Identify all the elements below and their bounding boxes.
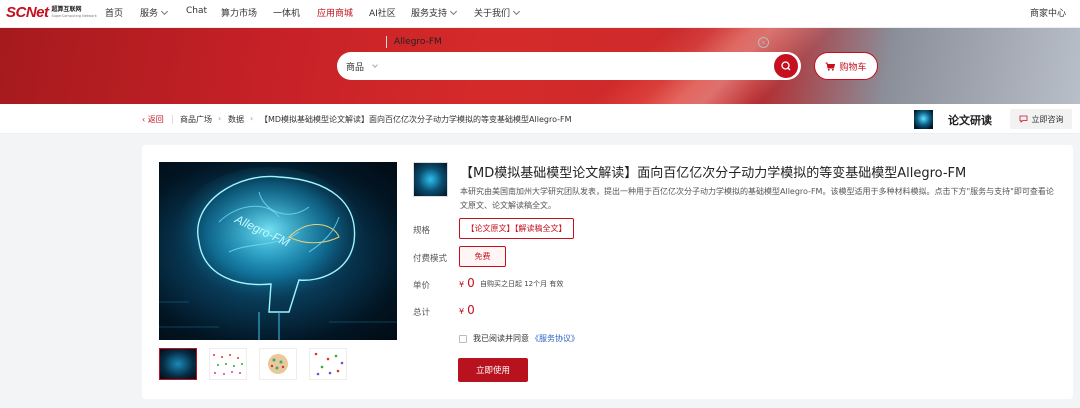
breadcrumb-item-mall[interactable]: 商品广场 [180, 114, 212, 125]
nav-item-chat[interactable]: Chat [186, 6, 207, 16]
logo-subtitle: 超算互联网 SuperComputing Network [51, 5, 97, 18]
thumbnail-4[interactable] [309, 348, 347, 380]
unit-price: ¥0 [459, 276, 475, 290]
breadcrumb-separator: › [218, 114, 222, 123]
thumbnail-strip [159, 348, 359, 380]
clear-icon[interactable] [758, 37, 769, 48]
brain-illustration: Allegro-FM [159, 167, 397, 340]
hero-banner: 商品 购物车 [0, 28, 1080, 104]
total-label: 总计 [413, 308, 431, 318]
chevron-down-icon [449, 7, 458, 15]
pay-mode-label: 付费模式 [413, 254, 448, 264]
chat-bubble-icon [1019, 115, 1027, 123]
nav-item-compute-market[interactable]: 算力市场 [221, 6, 257, 19]
nav-item-home[interactable]: 首页 [105, 6, 123, 19]
search-icon [781, 61, 791, 71]
use-now-button[interactable]: 立即使用 [458, 358, 528, 382]
service-agreement-link[interactable]: 《服务协议》 [531, 333, 579, 344]
logo-text: SCNet [6, 4, 49, 21]
pay-mode-option[interactable]: 免费 [459, 246, 506, 267]
thumbnail-3[interactable] [259, 348, 297, 380]
product-title: 【MD模拟基础模型论文解读】面向百亿亿次分子动力学模拟的等变基础模型Allegr… [460, 166, 967, 181]
breadcrumb-separator: › [250, 114, 254, 123]
total-price: ¥0 [459, 303, 475, 317]
top-nav: SCNet 超算互联网 SuperComputing Network 首页 服务… [0, 0, 1080, 28]
search-category-select[interactable]: 商品 [346, 60, 378, 73]
nav-item-about[interactable]: 关于我们 [474, 6, 521, 19]
validity-text: 自购买之日起 12个月 有效 [480, 280, 564, 288]
breadcrumb-bar: ‹ 返回 商品广场 › 数据 › 【MD模拟基础模型论文解读】面向百亿亿次分子动… [0, 104, 1080, 134]
product-description: 本研究由美国南加州大学研究团队发表，提出一种用于百亿亿次分子动力学模拟的基础模型… [460, 187, 1054, 210]
cart-icon [825, 62, 836, 71]
nav-item-support[interactable]: 服务支持 [411, 6, 458, 19]
product-icon [413, 162, 448, 197]
back-link[interactable]: ‹ 返回 [142, 114, 164, 125]
search-button[interactable] [774, 54, 798, 78]
chevron-down-icon [372, 62, 378, 68]
spec-label: 规格 [413, 226, 431, 236]
search-bar: 商品 [337, 52, 801, 80]
spec-option[interactable]: 【论文原文】【解读稿全文】 [459, 218, 574, 239]
nav-item-ai-community[interactable]: AI社区 [369, 6, 396, 19]
chevron-down-icon [160, 7, 169, 15]
agreement-row: 我已阅读并同意 《服务协议》 [459, 333, 579, 344]
thumbnail-1[interactable] [159, 348, 197, 380]
breadcrumb-item-data[interactable]: 数据 [228, 114, 244, 125]
unit-price-label: 单价 [413, 281, 431, 291]
search-input[interactable] [394, 35, 744, 49]
product-main-image: Allegro-FM [159, 162, 397, 340]
nav-item-app-store[interactable]: 应用商城 [317, 6, 353, 19]
merchant-center-link[interactable]: 商家中心 [1030, 6, 1066, 19]
shop-avatar[interactable] [914, 110, 933, 129]
breadcrumb-item-current: 【MD模拟基础模型论文解读】面向百亿亿次分子动力学模拟的等变基础模型Allegr… [260, 115, 572, 124]
chevron-down-icon [512, 7, 521, 15]
brand-logo[interactable]: SCNet 超算互联网 SuperComputing Network [6, 4, 97, 21]
consult-button[interactable]: 立即咨询 [1010, 109, 1072, 129]
nav-item-all-in-one[interactable]: 一体机 [273, 6, 300, 19]
shop-name[interactable]: 论文研读 [948, 112, 992, 128]
search-divider [386, 36, 387, 48]
thumbnail-2[interactable] [209, 348, 247, 380]
agreement-checkbox[interactable] [459, 334, 467, 343]
cart-button[interactable]: 购物车 [814, 52, 878, 80]
nav-item-services[interactable]: 服务 [140, 6, 169, 19]
